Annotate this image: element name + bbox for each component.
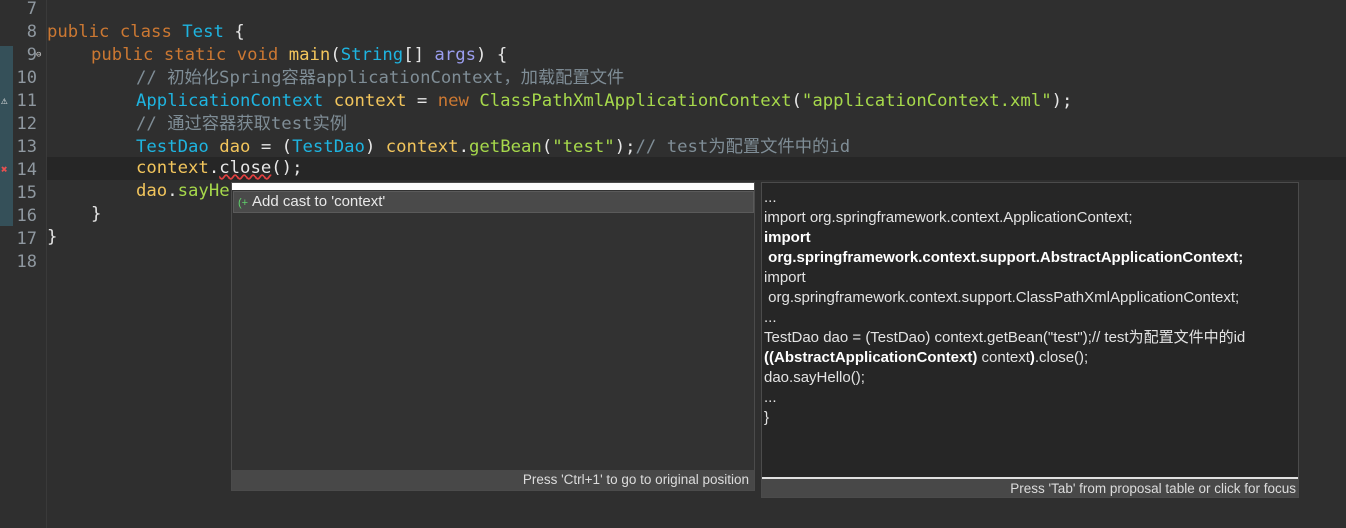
preview-line: org.springframework.context.support.Abst… [764, 249, 1244, 266]
code-line-9: public static void main(String[] args) { [91, 45, 508, 65]
code-line-10: // 初始化Spring容器applicationContext，加载配置文件 [136, 68, 625, 88]
quick-fix-popup[interactable]: (+ Add cast to 'context' Press 'Ctrl+1' t… [231, 182, 755, 491]
quick-fix-footer: Press 'Ctrl+1' to go to original positio… [232, 470, 754, 490]
quick-fix-top-bar [232, 183, 754, 190]
line-number: 9 [26, 45, 37, 65]
line-number: 8 [26, 22, 37, 42]
code-line-16: } [91, 204, 102, 224]
line-number: 12 [16, 114, 37, 134]
code-line-17: } [47, 227, 58, 247]
proposal-label: Add cast to 'context' [252, 193, 386, 210]
add-cast-icon: (+ [237, 197, 249, 209]
preview-line: ... [764, 189, 777, 206]
proposal-preview-popup[interactable]: ... import org.springframework.context.A… [761, 182, 1299, 498]
code-line-8: public class Test { [47, 22, 245, 42]
line-number: 16 [16, 206, 37, 226]
code-line-15: dao.sayHe [136, 181, 230, 201]
line-number: 7 [26, 0, 37, 19]
preview-line: dao.sayHello(); [764, 369, 865, 386]
code-line-13: TestDao dao = (TestDao) context.getBean(… [136, 137, 851, 157]
preview-line: ... [764, 389, 777, 406]
preview-line: import [764, 269, 806, 286]
code-line-14: context.close(); [136, 158, 303, 178]
code-line-12: // 通过容器获取test实例 [136, 114, 348, 134]
preview-line: TestDao dao = (TestDao) context.getBean(… [764, 329, 1246, 346]
error-quickfix-icon[interactable]: ✖ [1, 164, 13, 176]
preview-line: ... [764, 309, 777, 326]
line-number: 17 [16, 229, 37, 249]
fold-toggle-icon[interactable]: ⊖ [36, 51, 44, 60]
line-number: 13 [16, 137, 37, 157]
line-number: 18 [16, 252, 37, 272]
line-number: 10 [16, 68, 37, 88]
preview-line: import org.springframework.context.Appli… [764, 209, 1133, 226]
code-line-11: ApplicationContext context = new ClassPa… [136, 91, 1073, 111]
quick-fix-proposal-add-cast[interactable]: (+ Add cast to 'context' [233, 191, 754, 213]
preview-line: org.springframework.context.support.Clas… [764, 289, 1240, 306]
preview-line: import [764, 229, 811, 246]
line-number: 15 [16, 183, 37, 203]
preview-line-cast: ((AbstractApplicationContext) context).c… [764, 349, 1089, 366]
warning-lock-icon[interactable]: ⚠ [1, 95, 13, 107]
preview-line: } [764, 409, 770, 426]
preview-footer: Press 'Tab' from proposal table or click… [762, 477, 1298, 497]
line-number-gutter: 7 8 9 ⊖ 10 11 ⚠ 12 13 14 ✖ 15 16 17 18 [0, 0, 47, 528]
